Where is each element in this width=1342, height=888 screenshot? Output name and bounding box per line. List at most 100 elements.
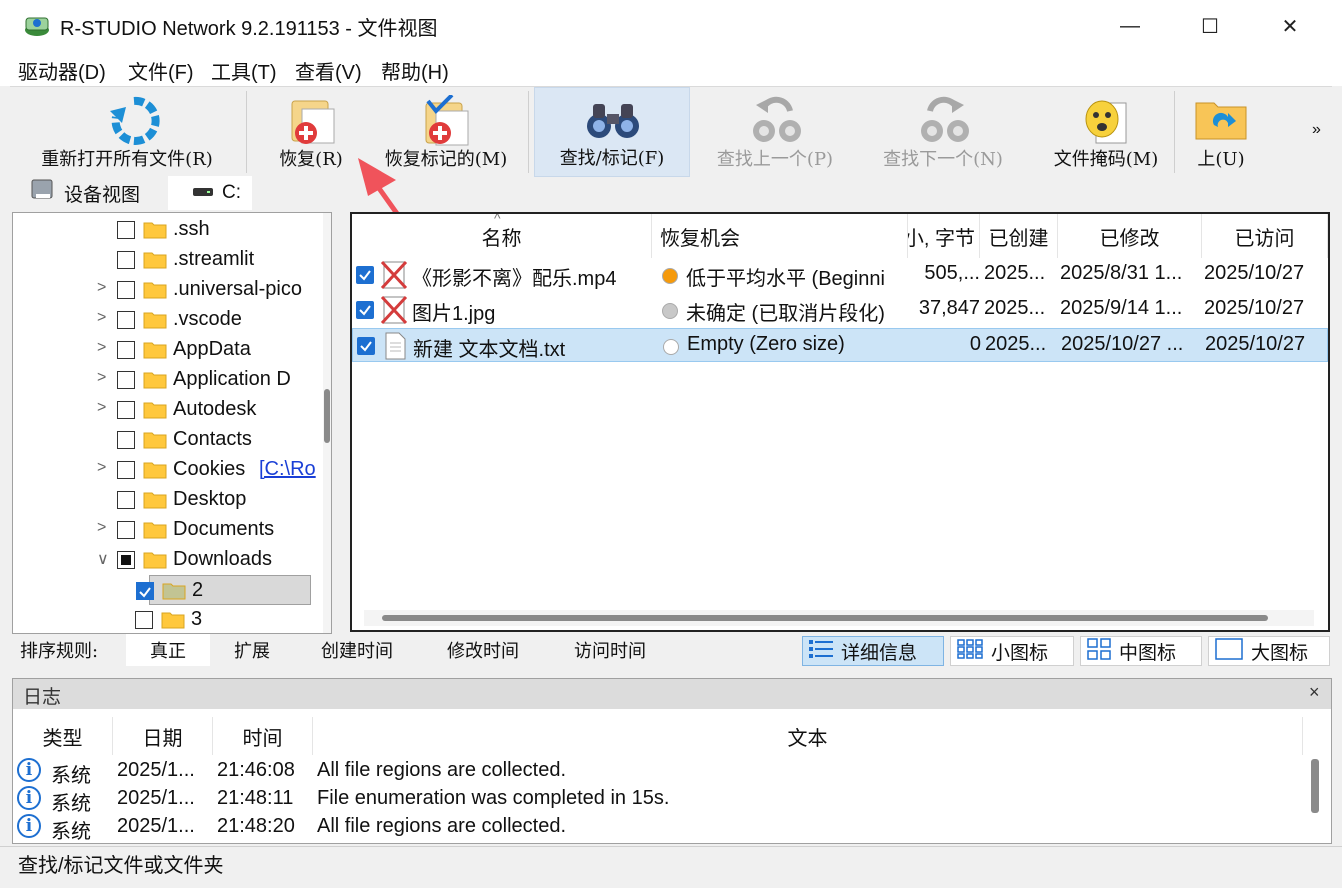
log-type: 系统 xyxy=(51,821,91,843)
tree-item-label: Cookies xyxy=(173,458,246,480)
log-column-type[interactable]: 类型 xyxy=(13,717,113,755)
expand-arrow-icon[interactable]: > xyxy=(97,459,106,477)
file-size: 0 xyxy=(969,333,981,355)
tree-scrollbar[interactable] xyxy=(323,213,331,633)
toolbar-overflow-button[interactable]: » xyxy=(1312,121,1321,139)
expand-arrow-icon[interactable]: > xyxy=(97,339,106,357)
log-row[interactable]: i 系统 2025/1... 21:48:20 All file regions are… xyxy=(13,813,1303,843)
expand-arrow-icon[interactable]: > xyxy=(97,399,106,417)
tree-item[interactable]: Contacts xyxy=(13,425,313,455)
column-header-accessed[interactable]: 已访问 xyxy=(1202,214,1328,258)
device-icon xyxy=(30,178,56,208)
find-next-icon xyxy=(914,95,974,152)
tree-checkbox[interactable] xyxy=(117,311,135,329)
file-row[interactable]: 新建 文本文档.txt Empty (Zero size) 0 2025... 2025… xyxy=(352,328,1328,362)
tree-checkbox[interactable] xyxy=(117,341,135,359)
log-row[interactable]: i 系统 2025/1... 21:46:08 All file regions are… xyxy=(13,757,1303,787)
reopen-all-files-button[interactable]: 重新打开所有文件(R) xyxy=(22,87,232,177)
find-mark-button[interactable]: 查找/标记(F) xyxy=(534,87,690,177)
expand-arrow-icon[interactable]: > xyxy=(97,369,106,387)
sort-modified-time[interactable]: 修改时间 xyxy=(420,634,546,666)
tree-item[interactable]: > Autodesk xyxy=(13,395,313,425)
menu-file[interactable]: 文件(F) xyxy=(128,56,194,85)
view-large-icons-button[interactable]: 大图标 xyxy=(1208,636,1330,666)
maximize-button[interactable]: ☐ xyxy=(1170,0,1250,52)
tree-item[interactable]: Desktop xyxy=(13,485,313,515)
log-row[interactable]: i 系统 2025/1... 21:48:11 File enumeration was… xyxy=(13,785,1303,815)
tree-item[interactable]: > AppData xyxy=(13,335,313,365)
tree-item[interactable]: > Application D xyxy=(13,365,313,395)
sort-extension[interactable]: 扩展 xyxy=(212,634,292,666)
collapse-arrow-icon[interactable]: ∨ xyxy=(97,549,109,569)
tree-item[interactable]: ∨ Downloads xyxy=(13,545,313,575)
minimize-button[interactable]: — xyxy=(1090,0,1170,52)
tree-item[interactable]: > .universal-pico xyxy=(13,275,313,305)
horizontal-scrollbar[interactable] xyxy=(364,610,1314,626)
expand-arrow-icon[interactable]: > xyxy=(97,309,106,327)
tree-item[interactable]: 3 xyxy=(13,605,313,633)
view-details-button[interactable]: 详细信息 xyxy=(802,636,944,666)
tree-scroll-thumb[interactable] xyxy=(324,389,330,443)
tab-drive-c[interactable]: C: xyxy=(168,176,252,210)
tree-checkbox[interactable] xyxy=(117,431,135,449)
log-column-time[interactable]: 时间 xyxy=(213,717,313,755)
sort-accessed-time[interactable]: 访问时间 xyxy=(548,634,672,666)
log-panel: 日志 × 类型 日期 时间 文本 i 系统 2025/1... 21:46:08 All… xyxy=(12,678,1332,844)
tree-checkbox[interactable] xyxy=(117,401,135,419)
column-header-recovery-chance[interactable]: 恢复机会 xyxy=(652,214,908,258)
file-row[interactable]: 《形影不离》配乐.mp4 低于平均水平 (Beginni 505,... 2025..… xyxy=(352,258,1328,292)
tree-item[interactable]: .ssh xyxy=(13,215,313,245)
tree-item[interactable]: > Cookies [C:\Ro xyxy=(13,455,316,485)
column-header-created[interactable]: 已创建 xyxy=(980,214,1058,258)
file-checkbox[interactable] xyxy=(356,301,374,319)
tree-checkbox[interactable] xyxy=(117,281,135,299)
expand-arrow-icon[interactable]: > xyxy=(97,519,106,537)
tree-checkbox[interactable] xyxy=(117,251,135,269)
file-list: 名称 ^ 恢复机会 大小, 字节 已创建 已修改 已访问 《形影不离》配乐.mp… xyxy=(350,212,1330,632)
view-small-icons-button[interactable]: 小图标 xyxy=(950,636,1074,666)
find-next-button[interactable]: 查找下一个(N) xyxy=(862,87,1024,177)
file-name: 图片1.jpg xyxy=(412,303,496,325)
tree-checkbox[interactable] xyxy=(117,221,135,239)
expand-arrow-icon[interactable]: > xyxy=(97,279,106,297)
menu-drive[interactable]: 驱动器(D) xyxy=(18,56,106,85)
sort-created-time[interactable]: 创建时间 xyxy=(296,634,418,666)
tree-item[interactable]: 2 xyxy=(136,575,311,605)
tree-checkbox[interactable] xyxy=(135,611,153,629)
file-row[interactable]: 图片1.jpg 未确定 (已取消片段化) 37,847 2025... 2025/9/1… xyxy=(352,293,1328,327)
tree-checkbox[interactable] xyxy=(117,371,135,389)
menu-view[interactable]: 查看(V) xyxy=(295,56,362,85)
tree-checkbox[interactable] xyxy=(117,491,135,509)
file-created: 2025... xyxy=(984,297,1046,319)
folder-icon xyxy=(143,551,167,569)
tree-item[interactable]: > .vscode xyxy=(13,305,313,335)
log-close-button[interactable]: × xyxy=(1309,682,1320,703)
tree-item[interactable]: .streamlit xyxy=(13,245,313,275)
log-scroll-thumb[interactable] xyxy=(1311,759,1319,813)
tree-item[interactable]: > Documents xyxy=(13,515,313,545)
menu-help[interactable]: 帮助(H) xyxy=(381,56,449,85)
file-checkbox[interactable] xyxy=(356,266,374,284)
tree-checkbox[interactable] xyxy=(117,551,135,569)
menu-tools[interactable]: 工具(T) xyxy=(211,56,277,85)
tree-checkbox[interactable] xyxy=(117,461,135,479)
tree-checkbox[interactable] xyxy=(117,521,135,539)
column-header-modified[interactable]: 已修改 xyxy=(1058,214,1202,258)
up-button[interactable]: 上(U) xyxy=(1180,87,1262,177)
view-medium-icons-button[interactable]: 中图标 xyxy=(1080,636,1202,666)
file-mask-button[interactable]: 文件掩码(M) xyxy=(1030,87,1182,177)
column-header-size[interactable]: 大小, 字节 xyxy=(908,214,980,258)
close-button[interactable]: ✕ xyxy=(1250,0,1330,52)
large-icons-icon xyxy=(1215,637,1243,665)
tree-item-link[interactable]: [C:\Ro xyxy=(259,458,316,481)
tab-device-view[interactable]: 设备视图 xyxy=(30,176,140,210)
sort-true[interactable]: 真正 xyxy=(126,634,210,666)
tree-checkbox[interactable] xyxy=(136,582,154,600)
log-column-text[interactable]: 文本 xyxy=(313,717,1303,755)
find-previous-button[interactable]: 查找上一个(P) xyxy=(694,87,856,177)
horizontal-scroll-thumb[interactable] xyxy=(382,615,1268,621)
file-checkbox[interactable] xyxy=(357,337,375,355)
column-header-name[interactable]: 名称 ^ xyxy=(352,214,652,258)
log-column-date[interactable]: 日期 xyxy=(113,717,213,755)
log-date: 2025/1... xyxy=(117,759,195,781)
